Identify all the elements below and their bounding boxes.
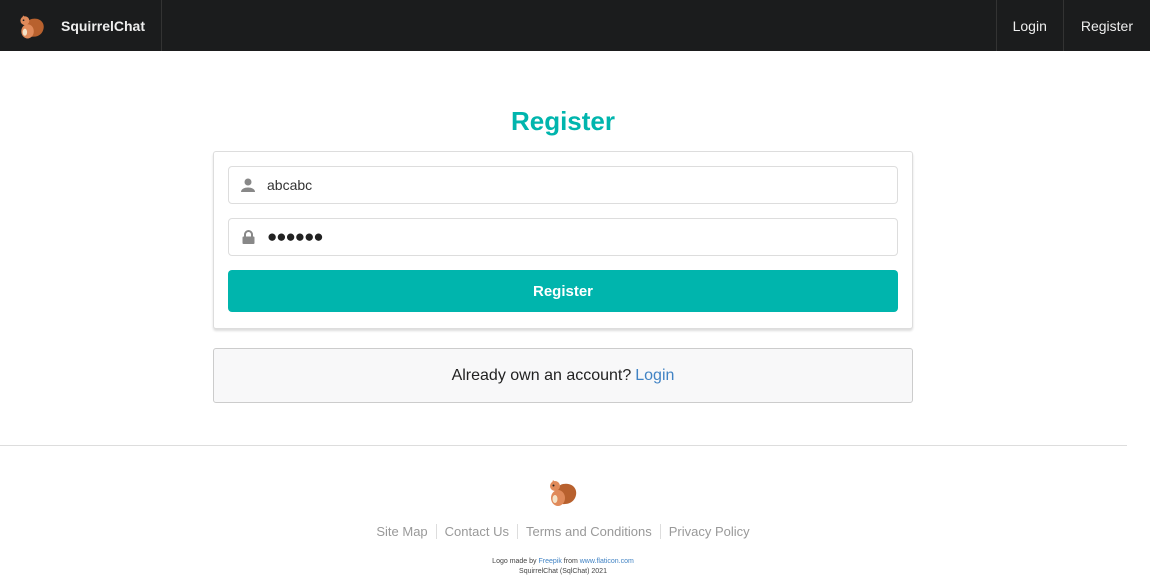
credit-prefix: Logo made by <box>492 558 537 565</box>
password-input[interactable]: ●●●●●● <box>228 218 898 256</box>
flaticon-link[interactable]: www.flaticon.com <box>580 558 634 565</box>
footer-link-terms[interactable]: Terms and Conditions <box>516 524 660 539</box>
nav-login-link[interactable]: Login <box>995 0 1063 51</box>
footer-divider <box>0 445 1127 446</box>
user-icon <box>229 178 267 192</box>
register-form: abcabc ●●●●●● Register <box>213 151 913 329</box>
login-message: Already own an account? Login <box>213 348 913 403</box>
navbar: SquirrelChat Login Register <box>0 0 1150 51</box>
squirrel-logo-icon <box>20 14 44 38</box>
footer-link-contact[interactable]: Contact Us <box>435 524 517 539</box>
copyright: SquirrelChat (SqlChat) 2021 <box>519 568 607 575</box>
credit-mid: from <box>563 558 578 565</box>
brand-name: SquirrelChat <box>60 17 145 34</box>
nav-register-link[interactable]: Register <box>1062 0 1150 51</box>
lock-icon <box>229 230 267 244</box>
register-button[interactable]: Register <box>228 270 898 312</box>
footer-links: Site Map Contact Us Terms and Conditions… <box>0 524 1126 539</box>
freepik-link[interactable]: Freepik <box>539 558 562 565</box>
username-input[interactable]: abcabc <box>228 166 898 204</box>
squirrel-footer-logo-icon <box>550 480 577 506</box>
footer-link-site-map[interactable]: Site Map <box>368 524 435 539</box>
username-value: abcabc <box>267 177 313 193</box>
footer-link-privacy[interactable]: Privacy Policy <box>659 524 758 539</box>
brand-link[interactable]: SquirrelChat <box>0 0 162 51</box>
login-link[interactable]: Login <box>635 367 674 385</box>
login-message-text: Already own an account? <box>451 366 632 384</box>
footer-credits: Logo made by Freepik from www.flaticon.c… <box>0 557 1126 577</box>
password-value: ●●●●●● <box>267 227 324 246</box>
page-title: Register <box>510 106 616 136</box>
